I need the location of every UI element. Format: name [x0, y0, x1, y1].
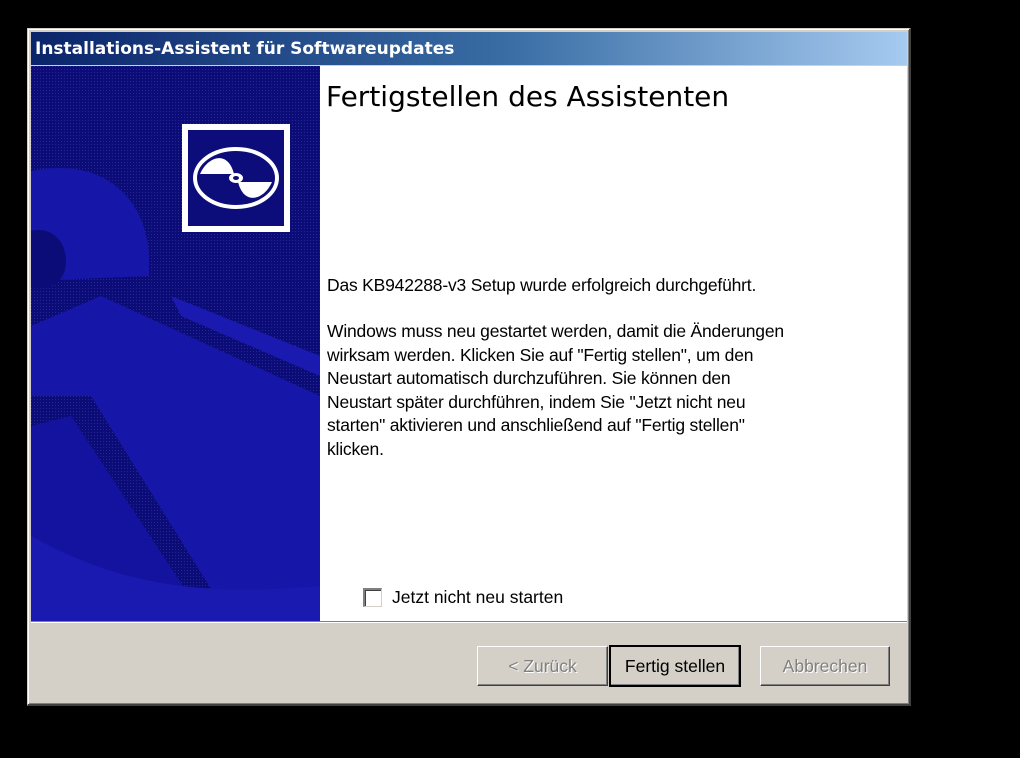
no-restart-checkbox[interactable]: [363, 588, 382, 607]
restart-message-line: Windows muss neu gestartet werden, damit…: [327, 321, 784, 341]
restart-message-line: klicken.: [327, 438, 384, 459]
page-title: Fertigstellen des Assistenten: [326, 80, 730, 113]
wizard-window: Installations-Assistent für Softwareupda…: [27, 28, 911, 706]
restart-message-line: starten" aktivieren und anschließend auf…: [327, 415, 745, 435]
title-bar[interactable]: Installations-Assistent für Softwareupda…: [31, 32, 907, 65]
back-button[interactable]: < Zurück: [477, 646, 608, 686]
restart-message-line: wirksam werden. Klicken Sie auf "Fertig …: [327, 344, 754, 365]
restart-message: Windows muss neu gestartet werden, damit…: [327, 320, 847, 461]
no-restart-option[interactable]: Jetzt nicht neu starten: [363, 587, 563, 608]
cancel-button[interactable]: Abbrechen: [760, 646, 890, 686]
wizard-content: Fertigstellen des Assistenten Das KB9422…: [320, 66, 907, 621]
restart-message-line: Neustart später durchführen, indem Sie "…: [327, 391, 746, 412]
restart-message-line: Neustart automatisch durchzuführen. Sie …: [327, 368, 731, 388]
finish-button[interactable]: Fertig stellen: [609, 645, 741, 687]
button-separator: [31, 621, 907, 623]
wizard-banner: [31, 66, 320, 621]
window-title: Installations-Assistent für Softwareupda…: [35, 38, 455, 59]
success-message: Das KB942288-v3 Setup wurde erfolgreich …: [327, 275, 757, 295]
no-restart-label[interactable]: Jetzt nicht neu starten: [392, 587, 563, 608]
cd-disc-icon: [182, 124, 290, 232]
